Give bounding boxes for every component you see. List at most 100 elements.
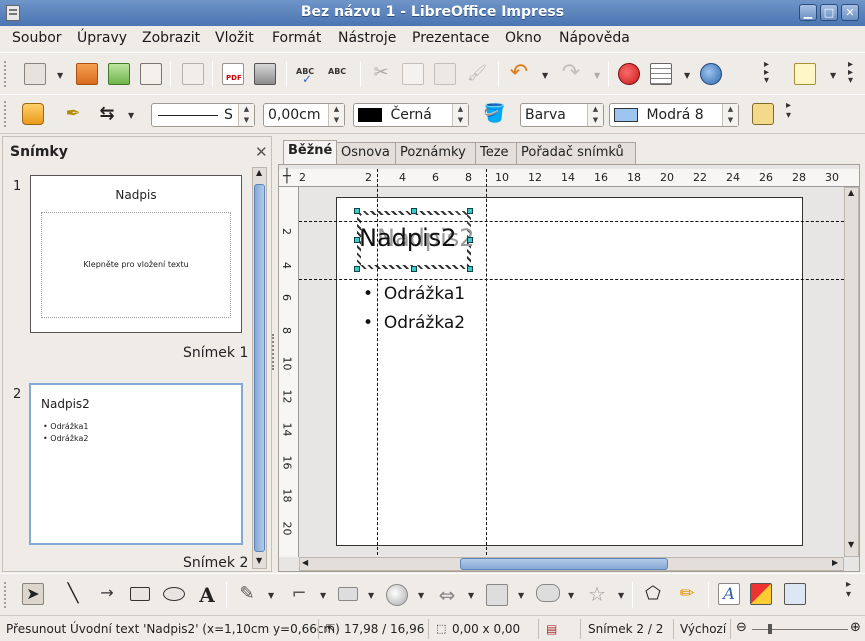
document-modified-icon[interactable]: ▤ — [546, 622, 557, 636]
toolbar-grip[interactable] — [4, 61, 7, 87]
block-arrows-icon[interactable]: ⇔ — [436, 583, 458, 607]
tab-handout[interactable]: Teze — [475, 142, 517, 164]
clone-formatting-icon[interactable]: 🖌 — [466, 63, 488, 85]
status-layout[interactable]: Výchozí — [680, 622, 726, 636]
toolbar-overflow-icon[interactable]: ▸ ▾ — [846, 580, 851, 600]
export-pdf-icon[interactable]: PDF — [222, 63, 244, 85]
editor-scroll-thumb[interactable] — [460, 558, 668, 570]
connector-tool-icon[interactable]: ⌐ — [288, 583, 310, 605]
menu-okno[interactable]: Okno — [505, 30, 542, 46]
line-icon[interactable]: ✒ — [62, 103, 84, 125]
undo-icon[interactable]: ↶ — [508, 62, 530, 85]
chevron-down-icon[interactable]: ▼ — [848, 540, 854, 549]
chevron-down-icon[interactable]: ▼ — [128, 111, 134, 120]
chevron-down-icon[interactable]: ▼ — [618, 591, 624, 600]
slide-title[interactable]: Nadpis2 — [359, 224, 457, 252]
chevron-down-icon[interactable]: ▼ — [368, 591, 374, 600]
autospellcheck-icon[interactable]: ABC — [328, 63, 350, 85]
zoom-in-icon[interactable]: ⊕ — [850, 620, 861, 635]
cut-icon[interactable]: ✂ — [370, 63, 392, 85]
resize-handle[interactable] — [467, 237, 473, 243]
toolbar-overflow-icon[interactable]: ▸ ▾ — [786, 101, 791, 121]
slide-thumbnail-2[interactable]: Nadpis2 • Odrážka1 • Odrážka2 — [29, 383, 243, 545]
resize-handle[interactable] — [354, 237, 360, 243]
chevron-updown-icon[interactable]: ▲ ▼ — [587, 104, 603, 126]
callouts-icon[interactable] — [536, 584, 560, 602]
editor-vertical-scrollbar[interactable]: ▲ ▼ — [844, 187, 859, 557]
minimize-button[interactable]: ▁ — [799, 4, 817, 21]
area-color-select[interactable]: Modrá 8 ▲ ▼ — [609, 103, 739, 127]
chevron-up-icon[interactable]: ▲ — [848, 188, 854, 197]
maximize-button[interactable]: □ — [820, 4, 838, 21]
chevron-down-icon[interactable]: ▼ — [320, 591, 326, 600]
chevron-down-icon[interactable]: ▼ — [684, 71, 690, 80]
chevron-right-icon[interactable]: ▶ — [832, 558, 838, 567]
paste-icon[interactable] — [434, 63, 456, 85]
ruler-tab-icon[interactable]: ┼ — [283, 169, 291, 184]
menu-soubor[interactable]: Soubor — [12, 30, 62, 46]
menu-nastroje[interactable]: Nástroje — [338, 30, 396, 46]
symbol-shapes-icon[interactable] — [386, 584, 408, 606]
tab-slide-sorter[interactable]: Pořadač snímků — [516, 142, 636, 164]
chevron-down-icon[interactable]: ▼ — [57, 71, 63, 80]
toolbar-grip[interactable] — [4, 582, 7, 608]
insert-slide-icon[interactable] — [794, 63, 816, 85]
toolbar-overflow-icon[interactable]: ▸ ▸ ▾ — [764, 60, 769, 86]
gallery-icon[interactable] — [784, 583, 806, 605]
points-icon[interactable]: ⬠ — [642, 583, 664, 605]
slide-canvas[interactable]: Nadpis2 Nadpis2 • Odrážka1 • Odrážka2 — [336, 197, 803, 546]
line-style-select[interactable]: S ▲ ▼ — [151, 103, 255, 127]
select-style-icon[interactable] — [22, 103, 44, 125]
line-tool-icon[interactable]: ╲ — [62, 583, 84, 605]
area-fill-icon[interactable]: 🪣 — [483, 103, 505, 125]
redo-icon[interactable]: ↷ — [560, 62, 582, 85]
spellcheck-icon[interactable]: ABC ✓ — [296, 63, 318, 86]
basic-shapes-icon[interactable] — [338, 587, 358, 601]
resize-handle[interactable] — [354, 266, 360, 272]
glue-points-icon[interactable]: ✏ — [676, 583, 698, 605]
toolbar-grip[interactable] — [4, 101, 7, 127]
tab-outline[interactable]: Osnova — [336, 142, 396, 164]
copy-icon[interactable] — [402, 63, 424, 85]
zoom-slider[interactable] — [752, 629, 848, 630]
resize-handle[interactable] — [411, 208, 417, 214]
close-button[interactable]: ✕ — [841, 4, 859, 21]
flowchart-icon[interactable] — [486, 584, 508, 606]
chevron-down-icon[interactable]: ▼ — [268, 591, 274, 600]
text-tool-icon[interactable]: A — [196, 583, 218, 607]
chevron-down-icon[interactable]: ▼ — [542, 71, 548, 80]
menu-zobrazit[interactable]: Zobrazit — [142, 30, 200, 46]
open-folder-icon[interactable] — [76, 63, 98, 85]
curve-tool-icon[interactable]: ✎ — [236, 583, 258, 605]
insert-image-icon[interactable] — [750, 583, 772, 605]
menu-vlozit[interactable]: Vložit — [215, 30, 254, 46]
chevron-updown-icon[interactable]: ▲ ▼ — [238, 104, 254, 126]
line-color-select[interactable]: Černá ▲ ▼ — [353, 103, 469, 127]
menu-napoveda[interactable]: Nápověda — [559, 30, 630, 46]
menu-format[interactable]: Formát — [272, 30, 321, 46]
resize-handle[interactable] — [411, 266, 417, 272]
email-icon[interactable] — [140, 63, 162, 85]
line-width-spinner[interactable]: ▲ ▼ — [328, 104, 344, 126]
chevron-down-icon[interactable]: ▼ — [418, 591, 424, 600]
save-icon[interactable] — [108, 63, 130, 85]
new-document-icon[interactable] — [24, 63, 46, 85]
area-style-select[interactable]: Barva ▲ ▼ — [520, 103, 604, 127]
navigator-icon[interactable] — [700, 63, 722, 85]
slides-scroll-thumb[interactable] — [254, 184, 265, 552]
zoom-slider-handle[interactable] — [768, 624, 772, 634]
slide-bullet-list[interactable]: • Odrážka1 • Odrážka2 — [363, 280, 465, 338]
chevron-down-icon[interactable]: ▼ — [594, 71, 600, 80]
arrow-line-tool-icon[interactable]: → — [96, 583, 118, 605]
chevron-up-icon[interactable]: ▲ — [256, 168, 262, 177]
line-width-field[interactable]: 0,00cm ▲ ▼ — [263, 103, 345, 127]
shadow-icon[interactable] — [752, 103, 774, 125]
resize-handle[interactable] — [467, 266, 473, 272]
tab-normal[interactable]: Běžné — [283, 140, 337, 164]
select-pointer-icon[interactable]: ➤ — [22, 583, 44, 605]
chevron-updown-icon[interactable]: ▲ ▼ — [452, 104, 468, 126]
toolbar-overflow-icon[interactable]: ▸ ▸ ▾ — [848, 60, 853, 86]
resize-handle[interactable] — [467, 208, 473, 214]
menu-upravy[interactable]: Úpravy — [77, 30, 127, 46]
chart-icon[interactable] — [618, 63, 640, 85]
